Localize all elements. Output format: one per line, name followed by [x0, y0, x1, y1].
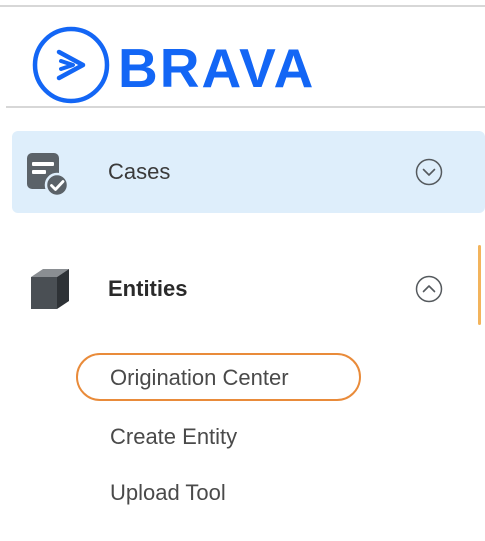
- brand-name: BRAVA: [118, 36, 316, 99]
- sidebar-item-label: Cases: [108, 159, 171, 184]
- sidebar-item-cases[interactable]: Cases: [12, 131, 485, 213]
- sidebar-nav: BRAVA Cases Entities Origination Center: [0, 0, 485, 541]
- brand-logo[interactable]: BRAVA: [30, 26, 316, 104]
- chevron-up-circle-icon[interactable]: [414, 274, 444, 304]
- case-check-icon: [27, 153, 70, 197]
- sidebar-item-entities[interactable]: Entities: [12, 248, 485, 330]
- brava-logo-icon: [32, 26, 110, 104]
- subnav-item-origination-center[interactable]: Origination Center: [110, 367, 289, 389]
- header-divider: [6, 106, 485, 108]
- cube-icon: [31, 269, 69, 309]
- subnav-item-upload-tool[interactable]: Upload Tool: [110, 482, 226, 504]
- sidebar-item-label: Entities: [108, 276, 188, 301]
- chevron-down-circle-icon[interactable]: [414, 157, 444, 187]
- top-divider: [0, 5, 485, 7]
- subnav-item-create-entity[interactable]: Create Entity: [110, 426, 237, 448]
